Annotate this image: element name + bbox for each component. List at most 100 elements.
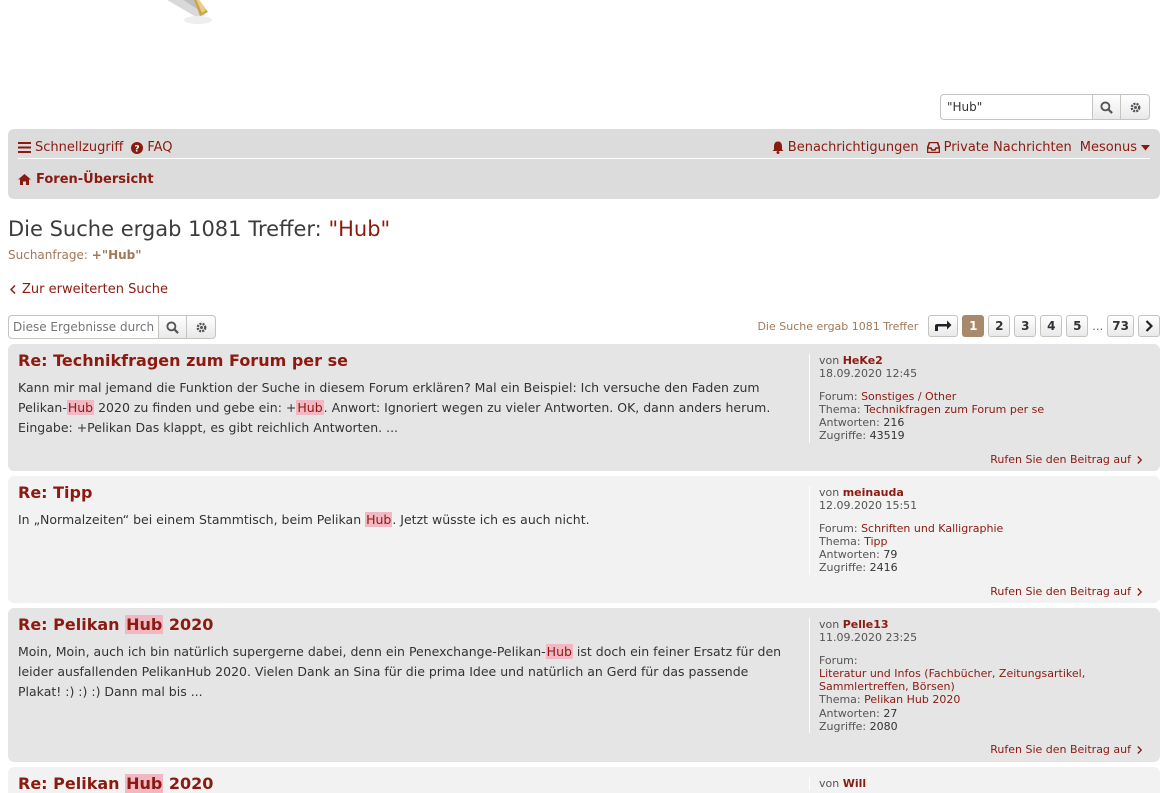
pelikan-pen-logo-icon[interactable] — [150, 0, 230, 50]
post-topic-link[interactable]: Technikfragen zum Forum per se — [864, 403, 1044, 416]
post-forum-link[interactable]: Literatur und Infos (Fachbücher, Zeitung… — [819, 667, 1109, 694]
post-author-link[interactable]: Will — [843, 777, 866, 790]
pagination-ellipsis: … — [1092, 319, 1104, 333]
post-title-link[interactable]: Re: Technikfragen zum Forum per se — [18, 351, 348, 370]
views-label: Zugriffe: — [819, 720, 870, 734]
site-logo-area — [0, 0, 1166, 92]
search-highlight: Hub — [296, 400, 324, 415]
post-title-link[interactable]: Re: Pelikan Hub 2020 — [18, 774, 213, 793]
post-views: 43519 — [869, 429, 905, 443]
by-label: von — [819, 618, 843, 631]
jump-to-post-link[interactable]: Rufen Sie den Beitrag auf — [990, 453, 1142, 466]
search-highlight: Hub — [66, 400, 95, 415]
post-topic-link[interactable]: Pelikan Hub 2020 — [864, 693, 960, 706]
results-filter-settings-button[interactable] — [187, 315, 216, 339]
post-title-text: 2020 — [163, 774, 214, 793]
bell-icon — [772, 141, 784, 154]
search-icon — [1100, 100, 1113, 114]
search-result-post: Re: Pelikan Hub 2020 von Will — [8, 767, 1160, 793]
post-forum-link[interactable]: Schriften und Kalligraphie — [861, 522, 1003, 535]
post-meta: von meinauda 12.09.2020 15:51 Forum: Sch… — [809, 486, 1109, 575]
post-replies: 216 — [883, 416, 905, 430]
post-title-link[interactable]: Re: Tipp — [18, 483, 92, 502]
forum-name-line: Sammlertreffen, Börsen) — [819, 680, 955, 694]
topic-label: Thema: — [819, 693, 865, 707]
search-query-label: Suchanfrage: — [8, 248, 92, 262]
page-2[interactable]: 2 — [988, 315, 1011, 337]
post-author-link[interactable]: HeKe2 — [843, 354, 883, 367]
search-icon — [166, 320, 179, 334]
post-views: 2080 — [869, 720, 898, 734]
post-views: 2416 — [869, 561, 898, 575]
post-title-text: 2020 — [163, 615, 214, 634]
post-date: 11.09.2020 23:25 — [819, 631, 918, 645]
header-advanced-search-button[interactable] — [1121, 94, 1150, 120]
post-author-link[interactable]: meinauda — [843, 486, 904, 499]
by-label: von — [819, 354, 843, 367]
notifications-link[interactable]: Benachrichtigungen — [772, 140, 919, 155]
replies-label: Antworten: — [819, 706, 884, 720]
chevron-right-icon — [1137, 745, 1142, 754]
search-highlight: Hub — [365, 512, 393, 527]
page-last[interactable]: 73 — [1107, 315, 1134, 337]
header-search-input[interactable] — [940, 94, 1092, 120]
navbar-top-row: Schnellzugriff ? FAQ Benachrichtigungen … — [18, 137, 1150, 159]
chevron-right-icon — [1137, 455, 1142, 464]
excerpt-text: 2020 zu finden und gebe ein: + — [94, 400, 297, 415]
page-4[interactable]: 4 — [1040, 315, 1063, 337]
user-menu[interactable]: Mesonus — [1080, 140, 1150, 155]
home-icon — [18, 174, 31, 185]
page-1[interactable]: 1 — [962, 315, 985, 337]
header-search-button[interactable] — [1092, 94, 1121, 120]
svg-text:?: ? — [135, 144, 140, 154]
chevron-right-icon — [1145, 320, 1153, 332]
jump-to-post-label: Rufen Sie den Beitrag auf — [990, 743, 1131, 756]
breadcrumb-board-index[interactable]: Foren-Übersicht — [36, 172, 154, 187]
topic-label: Thema: — [819, 534, 865, 548]
post-author-link[interactable]: Pelle13 — [843, 618, 889, 631]
by-label: von — [819, 486, 843, 499]
forum-name-line: Literatur und Infos (Fachbücher, Zeitung… — [819, 666, 1086, 680]
notifications-label: Benachrichtigungen — [787, 140, 919, 155]
search-result-post: Re: Pelikan Hub 2020 Moin, Moin, auch ic… — [8, 608, 1160, 762]
search-result-post: Re: Tipp In „Normalzeiten“ bei einem Sta… — [8, 476, 1160, 603]
private-messages-link[interactable]: Private Nachrichten — [926, 140, 1072, 155]
results-filter-search-button[interactable] — [158, 315, 187, 339]
faq-link[interactable]: ? FAQ — [131, 140, 173, 155]
results-action-bar: Die Suche ergab 1081 Treffer 1 2 3 4 5 …… — [8, 315, 1160, 339]
gear-icon — [196, 322, 206, 332]
post-forum-link[interactable]: Sonstiges / Other — [861, 390, 956, 403]
post-replies: 27 — [883, 706, 898, 720]
topic-label: Thema: — [819, 402, 865, 416]
search-highlight: Hub — [125, 774, 164, 793]
search-result-post: Re: Technikfragen zum Forum per se Kann … — [8, 344, 1160, 471]
jump-to-page-button[interactable] — [928, 315, 959, 337]
post-topic-link[interactable]: Tipp — [864, 535, 887, 548]
views-label: Zugriffe: — [819, 429, 870, 443]
advanced-search-link[interactable]: Zur erweiterten Suche — [10, 282, 168, 297]
navbar: Schnellzugriff ? FAQ Benachrichtigungen … — [8, 129, 1160, 199]
search-query-value: +"Hub" — [91, 248, 142, 262]
jump-to-post-link[interactable]: Rufen Sie den Beitrag auf — [990, 585, 1142, 598]
post-excerpt: In „Normalzeiten“ bei einem Stammtisch, … — [18, 510, 793, 530]
page-3[interactable]: 3 — [1014, 315, 1037, 337]
results-filter — [8, 315, 216, 339]
chevron-right-icon — [1137, 587, 1142, 596]
jump-to-post-label: Rufen Sie den Beitrag auf — [990, 585, 1131, 598]
results-filter-input[interactable] — [8, 315, 158, 339]
post-title-link[interactable]: Re: Pelikan Hub 2020 — [18, 615, 213, 634]
page-5[interactable]: 5 — [1066, 315, 1089, 337]
next-page-button[interactable] — [1138, 315, 1160, 337]
share-arrow-icon — [935, 320, 952, 331]
post-title-text: Re: Pelikan — [18, 615, 126, 634]
private-messages-label: Private Nachrichten — [943, 140, 1072, 155]
post-meta: von Pelle13 11.09.2020 23:25 Forum: Lite… — [809, 618, 1109, 734]
hamburger-icon — [18, 142, 31, 153]
question-icon: ? — [131, 141, 144, 154]
quicklinks-menu[interactable]: Schnellzugriff — [18, 140, 123, 155]
post-date: 12.09.2020 15:51 — [819, 499, 918, 513]
pagination: Die Suche ergab 1081 Treffer 1 2 3 4 5 …… — [757, 315, 1160, 337]
search-highlight: Hub — [545, 644, 573, 659]
jump-to-post-link[interactable]: Rufen Sie den Beitrag auf — [990, 743, 1142, 756]
post-date: 18.09.2020 12:45 — [819, 367, 918, 381]
